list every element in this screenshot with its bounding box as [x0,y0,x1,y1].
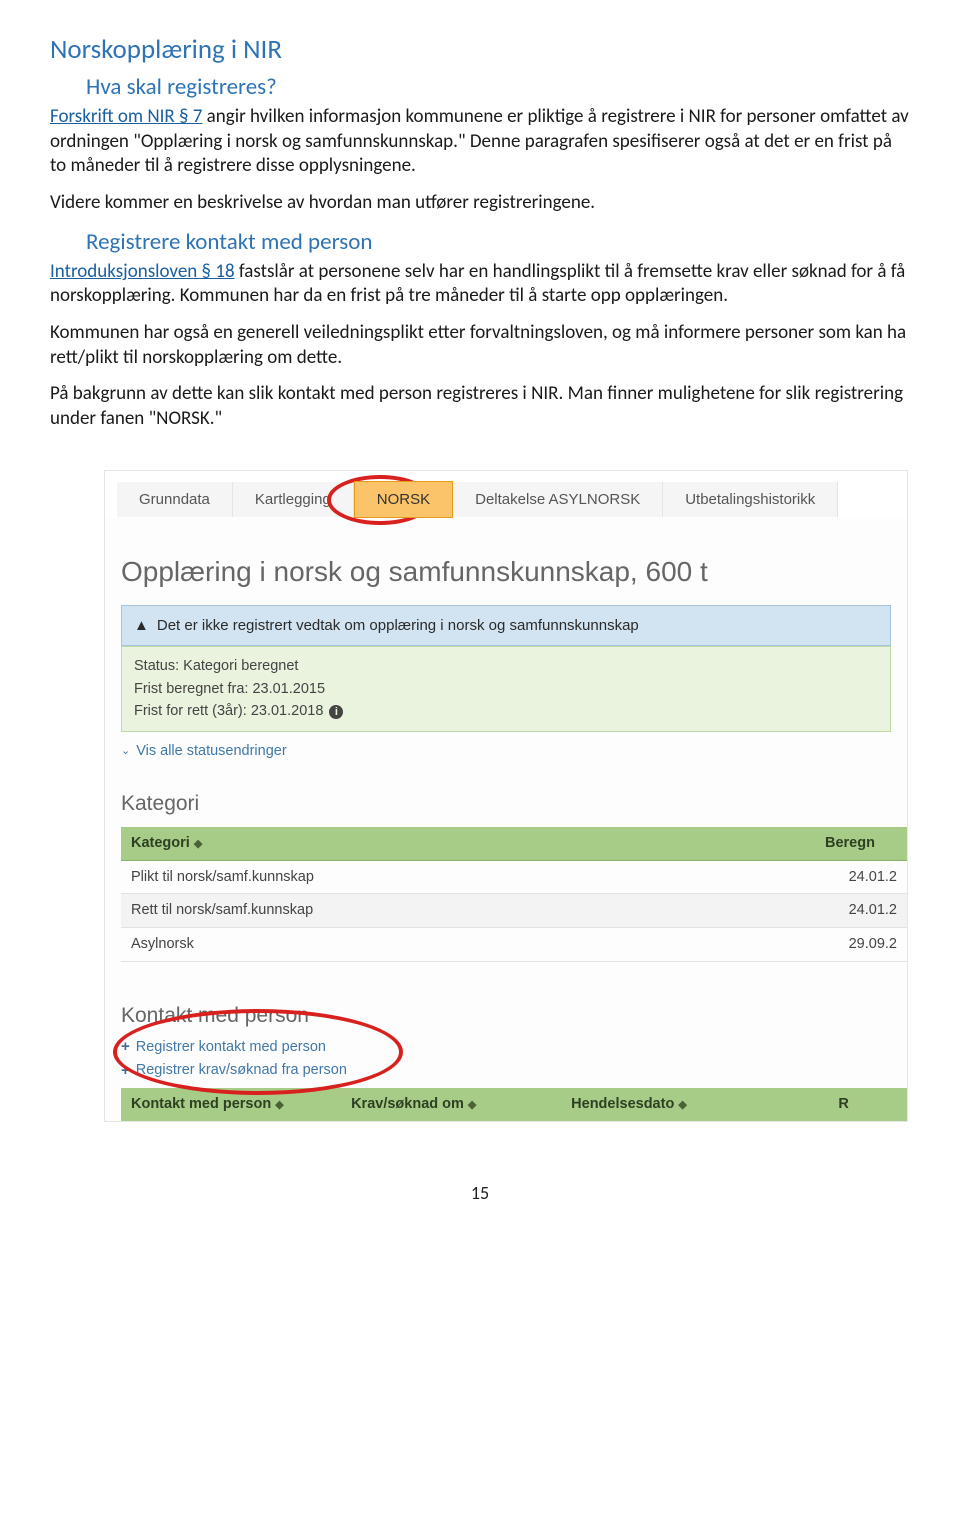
tab-norsk[interactable]: NORSK [354,481,453,519]
kontakt-col-4[interactable]: R [828,1088,907,1121]
kategori-date: 29.09.2 [815,928,907,962]
expand-statusendringer[interactable]: ⌄ Vis alle statusendringer [121,742,287,761]
chevron-down-icon: ⌄ [121,744,130,758]
embedded-screenshot: Grunndata Kartlegging NORSK Deltakelse A… [104,470,908,1123]
info-icon[interactable]: i [329,705,343,719]
link-registrer-kontakt[interactable]: + Registrer kontakt med person [105,1035,907,1059]
section-heading-hva: Hva skal registreres? [86,73,910,103]
kontakt-col-2[interactable]: Krav/søknad om◆ [341,1088,561,1121]
kategori-date: 24.01.2 [815,894,907,928]
page-number: 15 [50,1182,910,1205]
link-introduksjonsloven-18[interactable]: Introduksjonsloven § 18 [50,260,235,283]
paragraph-3: Introduksjonsloven § 18 fastslår at pers… [50,260,910,309]
alert-no-vedtak: ▲ Det er ikke registrert vedtak om opplæ… [121,605,891,647]
tab-deltakelse-asylnorsk[interactable]: Deltakelse ASYLNORSK [453,482,663,518]
kategori-date: 24.01.2 [815,860,907,894]
paragraph-2: Videre kommer en beskrivelse av hvordan … [50,191,910,216]
status-line-2: Frist beregnet fra: 23.01.2015 [134,678,878,700]
kontakt-table: Kontakt med person◆ Krav/søknad om◆ Hend… [121,1088,907,1121]
table-row: Plikt til norsk/samf.kunnskap 24.01.2 [121,860,907,894]
kategori-col-kategori[interactable]: Kategori◆ [121,827,815,860]
sort-icon: ◆ [194,837,202,851]
sort-icon: ◆ [275,1098,283,1112]
page-title: Norskopplæring i NIR [50,32,910,67]
link-registrer-krav[interactable]: + Registrer krav/søknad fra person [105,1059,907,1083]
section-title-opplaering: Opplæring i norsk og samfunnskunnskap, 6… [105,518,907,604]
sort-icon: ◆ [678,1098,686,1112]
status-panel: Status: Kategori beregnet Frist beregnet… [121,646,891,731]
plus-icon: + [121,1061,130,1081]
link-registrer-krav-label: Registrer krav/søknad fra person [136,1061,347,1080]
link-forskrift-nir-7[interactable]: Forskrift om NIR § 7 [50,105,202,128]
tab-utbetalingshistorikk[interactable]: Utbetalingshistorikk [663,482,838,518]
table-row: Asylnorsk 29.09.2 [121,928,907,962]
alert-text: Det er ikke registrert vedtak om opplæri… [157,616,639,636]
kontakt-heading: Kontakt med person [105,962,907,1035]
sort-icon: ◆ [468,1098,476,1112]
paragraph-4: Kommunen har også en generell veiledning… [50,321,910,370]
kategori-cell: Plikt til norsk/samf.kunnskap [121,860,815,894]
tab-bar: Grunndata Kartlegging NORSK Deltakelse A… [105,471,907,519]
plus-icon: + [121,1037,130,1057]
kategori-heading: Kategori [105,762,907,827]
paragraph-1: Forskrift om NIR § 7 angir hvilken infor… [50,105,910,179]
kategori-col-beregn[interactable]: Beregn [815,827,907,860]
expand-label: Vis alle statusendringer [136,742,286,761]
warning-icon: ▲ [134,616,149,636]
table-row: Rett til norsk/samf.kunnskap 24.01.2 [121,894,907,928]
link-registrer-kontakt-label: Registrer kontakt med person [136,1038,326,1057]
kontakt-col-1[interactable]: Kontakt med person◆ [121,1088,341,1121]
status-line-3: Frist for rett (3år): 23.01.2018 i [134,700,878,722]
status-line-1: Status: Kategori beregnet [134,655,878,677]
kategori-cell: Rett til norsk/samf.kunnskap [121,894,815,928]
tab-kartlegging[interactable]: Kartlegging [233,482,354,518]
section-heading-registrere: Registrere kontakt med person [86,228,910,258]
tab-grunndata[interactable]: Grunndata [117,482,233,518]
paragraph-5: På bakgrunn av dette kan slik kontakt me… [50,382,910,431]
kontakt-col-3[interactable]: Hendelsesdato◆ [561,1088,828,1121]
kategori-cell: Asylnorsk [121,928,815,962]
kategori-table: Kategori◆ Beregn Plikt til norsk/samf.ku… [121,827,907,962]
